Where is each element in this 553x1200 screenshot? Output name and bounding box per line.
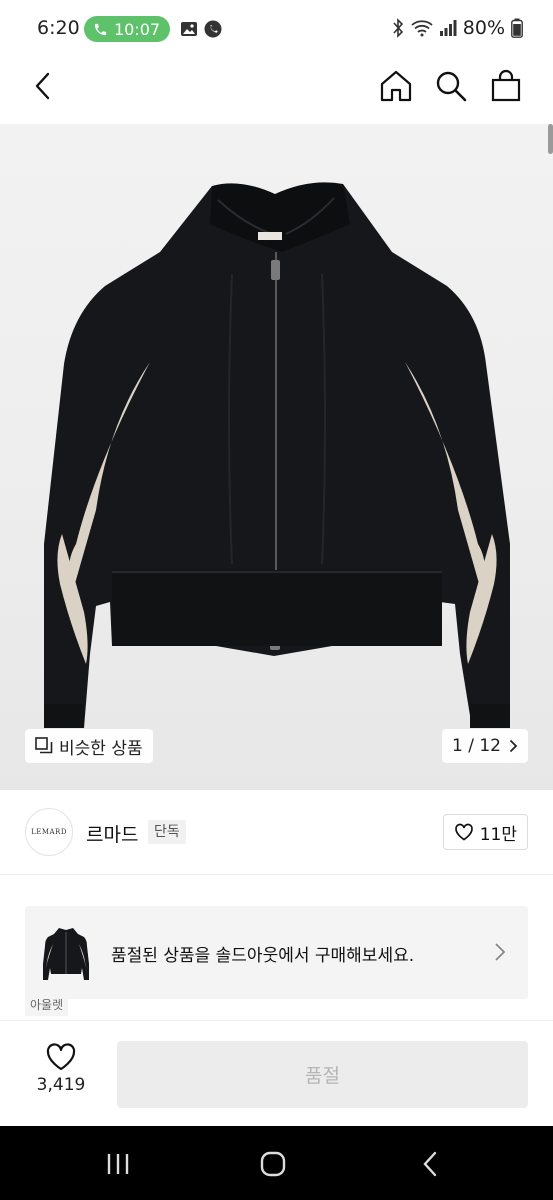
call-notification-icon — [204, 20, 222, 38]
back-arrow-icon — [423, 1151, 437, 1177]
bottom-action-bar: 3,419 품절 — [0, 1020, 553, 1126]
scroll-indicator[interactable] — [548, 124, 553, 154]
chevron-right-icon — [495, 943, 506, 961]
home-button[interactable] — [376, 66, 416, 106]
status-bar: 6:20 10:07 80% — [0, 0, 553, 58]
signal-icon — [439, 20, 457, 36]
soldout-promo-banner[interactable]: 품절된 상품을 솔드아웃에서 구매해보세요. — [25, 906, 528, 999]
image-counter: 1 / 12 — [452, 736, 501, 756]
product-image-gallery[interactable]: 비슷한 상품 1 / 12 — [0, 124, 553, 790]
home-icon — [380, 70, 412, 102]
chevron-right-icon — [509, 739, 518, 753]
back-button[interactable] — [23, 66, 63, 106]
heart-icon — [46, 1043, 76, 1071]
similar-products-button[interactable]: 비슷한 상품 — [25, 729, 153, 763]
home-circle-icon — [260, 1151, 286, 1177]
app-header — [0, 58, 553, 124]
exclusive-badge: 단독 — [148, 820, 186, 844]
battery-percentage: 80% — [462, 17, 505, 39]
banner-text: 품절된 상품을 솔드아웃에서 구매해보세요. — [111, 946, 415, 966]
call-duration: 10:07 — [114, 19, 161, 39]
banner-jacket-thumbnail — [43, 928, 89, 980]
bluetooth-icon — [393, 18, 403, 38]
similar-products-label: 비슷한 상품 — [59, 738, 143, 759]
product-jacket-image — [44, 182, 510, 728]
phone-icon — [94, 23, 107, 35]
search-icon — [436, 71, 467, 102]
wifi-icon — [411, 20, 433, 37]
brand-wish-count: 11만 — [479, 824, 517, 845]
back-nav-button[interactable] — [410, 1148, 450, 1180]
copy-icon — [35, 737, 53, 754]
status-time: 6:20 — [37, 17, 80, 39]
brand-logo[interactable]: LEMARD — [25, 808, 73, 856]
soldout-button[interactable]: 품절 — [117, 1041, 528, 1108]
like-button[interactable]: 3,419 — [26, 1043, 96, 1109]
brand-row: LEMARD 르마드 단독 11만 — [0, 790, 553, 875]
like-count: 3,419 — [36, 1075, 86, 1095]
brand-wish-button[interactable]: 11만 — [442, 814, 528, 850]
battery-icon — [511, 18, 523, 38]
home-nav-button[interactable] — [253, 1148, 293, 1180]
heart-icon — [454, 823, 473, 841]
brand-name[interactable]: 르마드 — [86, 820, 138, 847]
chevron-left-icon — [35, 72, 50, 100]
search-button[interactable] — [431, 66, 471, 106]
gallery-notification-icon — [180, 20, 198, 38]
ongoing-call-pill[interactable]: 10:07 — [84, 16, 170, 42]
outlet-tag: 아울렛 — [25, 996, 69, 1016]
recent-apps-button[interactable] — [98, 1148, 138, 1180]
system-navigation-bar — [0, 1126, 553, 1200]
recent-apps-icon — [107, 1154, 129, 1174]
cart-button[interactable] — [486, 66, 526, 106]
image-counter-button[interactable]: 1 / 12 — [442, 729, 528, 763]
shopping-bag-icon — [491, 69, 521, 102]
brand-logo-text: LEMARD — [31, 828, 67, 836]
